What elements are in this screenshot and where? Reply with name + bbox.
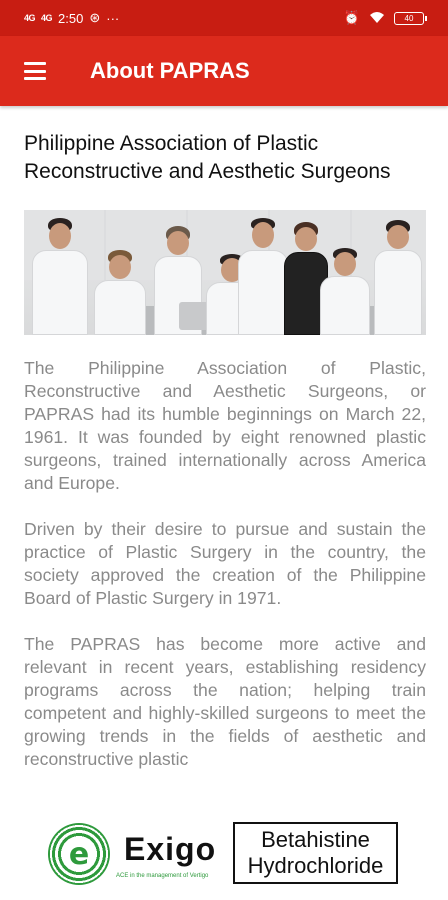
battery-icon: 40 (394, 11, 427, 25)
exigo-brand-name: Exigo (124, 831, 217, 867)
hamburger-menu-icon[interactable] (24, 62, 46, 80)
advertisement-banner[interactable]: e Exigo ACE in the management of Vertigo… (0, 807, 448, 900)
board-paragraph: Driven by their desire to pursue and sus… (24, 519, 426, 608)
status-time: 2:50 (58, 10, 84, 26)
status-right: ⏰ 40 (343, 10, 427, 26)
notification-icon: ⊛ (89, 10, 101, 25)
exigo-tagline: ACE in the management of Vertigo (116, 873, 209, 879)
drug-name-line2: Hydrochloride (247, 853, 384, 878)
signal-icon-2: 4G (41, 13, 53, 23)
organization-heading: Philippine Association of Plastic Recons… (24, 132, 391, 183)
history-paragraph: The Philippine Association of Plastic, R… (24, 358, 426, 493)
founders-group-photo (24, 210, 426, 335)
alarm-icon: ⏰ (343, 10, 360, 25)
more-notifications-icon: ··· (106, 10, 120, 26)
status-left: 4G 4G 2:50 ⊛ ··· (24, 10, 119, 26)
drug-name-box: Betahistine Hydrochloride (233, 822, 398, 884)
drug-name-line1: Betahistine (261, 827, 370, 852)
recent-activity-paragraph: The PAPRAS has become more active and re… (24, 634, 426, 769)
about-content: Philippine Association of Plastic Recons… (24, 106, 426, 771)
signal-icon: 4G (24, 13, 36, 23)
page-title: About PAPRAS (90, 58, 250, 83)
wifi-icon (370, 11, 384, 26)
app-bar: About PAPRAS (0, 36, 448, 106)
status-bar: 4G 4G 2:50 ⊛ ··· ⏰ 40 (0, 0, 448, 36)
exigo-logo-icon: e (48, 823, 110, 885)
